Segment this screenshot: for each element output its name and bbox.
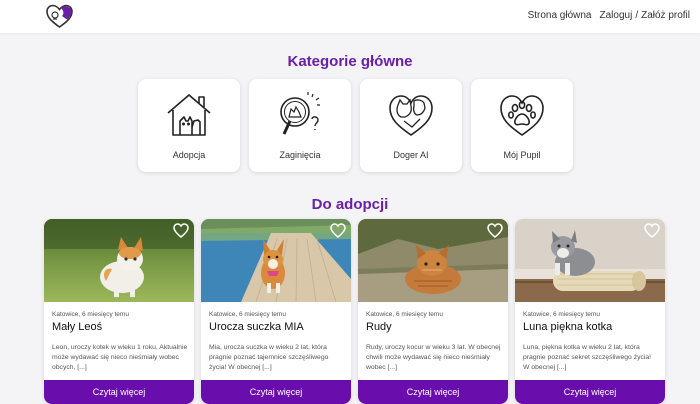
adoption-title: Do adopcji	[311, 196, 389, 213]
favorite-heart-icon[interactable]	[644, 223, 660, 238]
house-with-pets-icon	[164, 91, 214, 139]
pet-photo	[358, 219, 508, 302]
card-title[interactable]: Urocza suczka MIA	[209, 321, 304, 333]
card-description: Luna, piękna kotka w wieku 2 lat, która …	[523, 344, 652, 371]
nav-login-link[interactable]: Zaloguj	[600, 10, 633, 21]
card-meta: Katowice, 6 miesięcy temu	[209, 311, 286, 318]
pet-photo	[44, 219, 194, 302]
card-meta: Katowice, 6 miesięcy temu	[366, 311, 443, 318]
read-more-button[interactable]: Czytaj więcej	[515, 380, 665, 404]
card-description: Leon, uroczy kotek w wieku 1 roku, Aktua…	[52, 344, 188, 371]
magnifier-search-icon	[275, 91, 325, 139]
adoption-card[interactable]: Katowice, 6 miesięcy temu Mały Leoś Leon…	[44, 219, 194, 404]
card-meta: Katowice, 6 miesięcy temu	[523, 311, 600, 318]
auth-links: Zaloguj / Załóż profil	[600, 10, 691, 21]
pet-photo	[201, 219, 351, 303]
category-card-my-pet[interactable]: Mój Pupil	[471, 79, 573, 172]
card-title[interactable]: Rudy	[366, 321, 392, 333]
card-description: Rudy, uroczy kocur w wieku 3 lat. W obec…	[366, 344, 501, 371]
pets-heart-icon	[386, 91, 436, 139]
card-title[interactable]: Mały Leoś	[52, 321, 102, 333]
favorite-heart-icon[interactable]	[487, 223, 503, 238]
category-card-doger-ai[interactable]: Doger AI	[360, 79, 462, 172]
card-title[interactable]: Luna piękna kotka	[523, 321, 612, 333]
adoption-card[interactable]: Katowice, 6 miesięcy temu Rudy Rudy, uro…	[358, 219, 508, 404]
adoption-card[interactable]: Katowice, 6 miesięcy temu Urocza suczka …	[201, 219, 351, 404]
main-nav: Strona główna Zaloguj / Załóż profil	[528, 10, 690, 21]
category-label: Doger AI	[393, 150, 429, 160]
paw-heart-icon	[497, 91, 547, 139]
categories-title: Kategorie główne	[287, 53, 413, 70]
card-description: Mia, urocza suczka w wieku 2 lat, która …	[209, 344, 329, 371]
top-header: Strona główna Zaloguj / Załóż profil	[0, 0, 700, 33]
category-card-adoption[interactable]: Adopcja	[138, 79, 240, 172]
pet-photo	[515, 219, 665, 302]
nav-register-link[interactable]: Załóż profil	[641, 10, 690, 21]
card-meta: Katowice, 6 miesięcy temu	[52, 311, 129, 318]
favorite-heart-icon[interactable]	[330, 223, 346, 238]
category-label: Zaginięcia	[279, 150, 321, 160]
category-label: Adopcja	[172, 150, 206, 160]
adoption-card[interactable]: Katowice, 6 miesięcy temu Luna piękna ko…	[515, 219, 665, 404]
nav-separator: /	[635, 10, 639, 21]
category-card-missing[interactable]: Zaginięcia	[249, 79, 351, 172]
nav-home-link[interactable]: Strona główna	[528, 10, 592, 21]
read-more-button[interactable]: Czytaj więcej	[358, 380, 508, 404]
category-label: Mój Pupil	[503, 150, 541, 160]
favorite-heart-icon[interactable]	[173, 223, 189, 238]
read-more-button[interactable]: Czytaj więcej	[201, 380, 351, 404]
logo-icon[interactable]	[45, 3, 74, 29]
read-more-button[interactable]: Czytaj więcej	[44, 380, 194, 404]
